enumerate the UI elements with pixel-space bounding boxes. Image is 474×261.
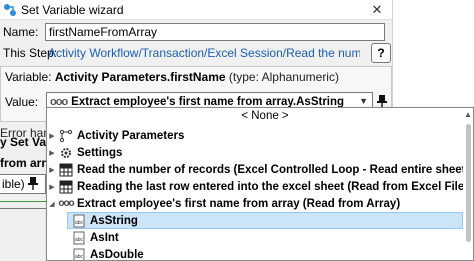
svg-text:abc: abc [75,254,84,260]
expand-arrow-icon[interactable]: ▶ [47,166,57,174]
tree-item-extract-first-name[interactable]: ◢ ooo Extract employee's first name from… [47,195,465,212]
variable-label: Variable: [5,70,52,84]
tree-subitem-asdouble[interactable]: abc AsDouble [68,246,464,261]
step-path-link[interactable]: Activity Workflow/Transaction/Excel Sess… [48,46,360,60]
fragment-field-text: ible) [2,177,25,191]
tree-item-reading-last-row[interactable]: ▶ Reading the last row entered into the … [47,178,473,195]
svg-text:abc: abc [75,220,84,226]
step-row: This Step: Activity Workflow/Transaction… [0,43,392,65]
divider [0,201,46,202]
variable-name: Activity Parameters.firstName [54,70,226,84]
none-option[interactable]: < None > [47,110,465,122]
help-icon: ? [377,46,385,60]
tree-item-settings[interactable]: ▶ Settings [47,144,465,161]
title-bar: Set Variable wizard ✕ [0,0,392,20]
step-fragment: y Set Varia [0,135,46,149]
grid-icon [59,163,73,176]
tree-item-label: Read the number of records (Excel Contro… [77,163,470,176]
dropdown-scrollbar[interactable]: ▲ [463,108,473,260]
pin-icon [28,177,38,190]
variable-row: Variable: Activity Parameters.firstName … [5,70,339,84]
tree-subitem-asstring[interactable]: abc AsString [67,212,463,229]
abc-icon: abc [73,214,85,227]
pin-icon [377,95,387,108]
array-fragment: from array [0,156,46,170]
tree-item-label: Reading the last row entered into the ex… [77,180,473,193]
tree-item-label: Extract employee's first name from array… [77,197,401,210]
variable-name-input[interactable]: firstNameFromArray [45,23,385,41]
collapse-arrow-icon[interactable]: ◢ [47,200,57,208]
tree-subitem-asint[interactable]: abc AsInt [68,229,464,246]
settings-icon [61,147,71,158]
array-icon: ooo [58,198,74,209]
tree-item-label: AsDouble [90,248,144,261]
expand-arrow-icon[interactable]: ▶ [47,149,57,157]
fragment-field[interactable]: ible) [0,174,46,194]
divider [0,208,46,209]
value-label: Value: [5,95,39,109]
variable-type: (type: Alphanumeric) [228,70,339,84]
tree-item-label: Activity Parameters [77,129,185,142]
name-row: Name: firstNameFromArray [0,22,392,42]
svg-text:abc: abc [75,237,84,243]
chevron-down-icon[interactable]: ▼ [359,96,368,106]
flow-icon [4,3,16,16]
help-button[interactable]: ? [371,43,391,63]
name-label: Name: [3,25,39,39]
scrollbar-thumb[interactable] [466,124,471,242]
value-dropdown-popup: < None > ▶ Activity Parameters ▶ Setting… [46,107,474,261]
grid-icon [59,180,73,193]
tree-item-label: AsString [90,214,138,227]
tree-item-read-number-of-records[interactable]: ▶ Read the number of records (Excel Cont… [47,161,469,178]
parameters-icon [59,129,73,142]
scroll-up-icon[interactable]: ▲ [464,110,472,119]
abc-icon: abc [73,231,85,244]
expand-arrow-icon[interactable]: ▶ [47,132,57,140]
close-icon: ✕ [371,2,383,17]
expand-arrow-icon[interactable]: ▶ [47,183,57,191]
window-title: Set Variable wizard [21,2,124,17]
tree-item-label: AsInt [90,231,119,244]
tree-item-activity-parameters[interactable]: ▶ Activity Parameters [47,127,465,144]
tree-item-label: Settings [77,146,123,159]
abc-icon: abc [73,248,85,260]
close-button[interactable]: ✕ [362,0,392,20]
